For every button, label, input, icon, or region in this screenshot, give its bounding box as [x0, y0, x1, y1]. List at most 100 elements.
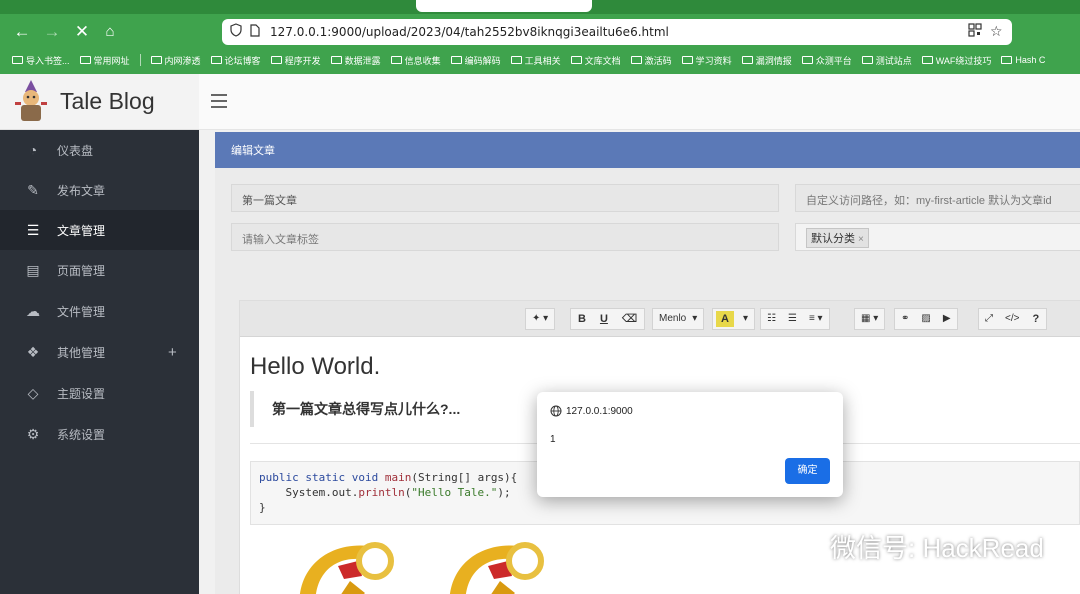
page-icon [250, 23, 260, 41]
gear-icon: ⚙ [26, 425, 40, 442]
underline-button[interactable]: U [593, 309, 615, 329]
sidebar: ◔ 仪表盘 ✎ 发布文章 ☰ 文章管理 ▤ 页面管理 ☁ 文件管理 ❖ 其他管理… [0, 130, 199, 594]
forward-icon[interactable]: → [42, 22, 62, 42]
address-bar[interactable]: 127.0.0.1:9000/upload/2023/04/tah2552bv8… [222, 19, 1012, 45]
sidebar-item-label: 页面管理 [57, 263, 106, 278]
browser-chrome: ← → ✕ ⌂ 127.0.0.1:9000/upload/2023/04/ta… [0, 0, 1080, 74]
tab-strip [0, 0, 1080, 14]
stop-loading-icon[interactable]: ✕ [72, 22, 92, 42]
sidebar-item-settings[interactable]: ⚙ 系统设置 [0, 414, 199, 454]
remove-tag-icon[interactable]: × [858, 234, 864, 245]
bookmark-item[interactable]: 内网渗透 [150, 54, 201, 67]
sidebar-item-dashboard[interactable]: ◔ 仪表盘 [0, 130, 199, 170]
fullscreen-icon[interactable]: ⤢ [979, 309, 999, 329]
back-icon[interactable]: ← [12, 22, 32, 42]
dialog-origin: 127.0.0.1:9000 [550, 405, 633, 417]
qr-code-icon[interactable] [968, 23, 982, 40]
bookmark-star-icon[interactable]: ☆ [990, 23, 1003, 40]
bookmark-item[interactable]: 文库文档 [570, 54, 621, 67]
folder-icon [921, 56, 933, 64]
bookmark-item[interactable]: 论坛博客 [210, 54, 261, 67]
bookmark-item[interactable]: 信息收集 [390, 54, 441, 67]
bookmark-label: 程序开发 [284, 55, 321, 66]
bookmark-item[interactable]: 程序开发 [270, 54, 321, 67]
bookmark-item[interactable]: 众测平台 [801, 54, 852, 67]
bookmark-item[interactable]: 数据泄露 [330, 54, 381, 67]
url-text[interactable]: 127.0.0.1:9000/upload/2023/04/tah2552bv8… [270, 25, 669, 39]
bookmark-label: Hash C [1015, 55, 1046, 65]
bookmark-label: 漏洞情报 [755, 55, 792, 66]
bookmark-item[interactable]: WAF绕过技巧 [921, 54, 991, 67]
bookmark-item[interactable]: 学习资料 [681, 54, 732, 67]
sidebar-item-articles[interactable]: ☰ 文章管理 [0, 210, 199, 250]
sidebar-item-pages[interactable]: ▤ 页面管理 [0, 250, 199, 290]
bookmark-separator [139, 54, 141, 66]
dialog-origin-text: 127.0.0.1:9000 [566, 405, 633, 417]
sidebar-item-label: 发布文章 [57, 183, 106, 198]
format-group: B U ⌫ [570, 308, 646, 330]
link-icon[interactable]: ⚭ [895, 309, 915, 329]
folder-icon [79, 56, 91, 64]
magic-style-group: ✦ ▾ [525, 308, 556, 330]
folder-icon [210, 56, 222, 64]
text-color-button[interactable]: A [716, 311, 734, 327]
tags-input[interactable]: 请输入文章标签 [231, 223, 779, 251]
table-dropdown[interactable]: ▦ ▾ [854, 308, 886, 330]
wechat-icon [780, 531, 821, 562]
sidebar-item-publish[interactable]: ✎ 发布文章 [0, 170, 199, 210]
ok-button[interactable]: 确定 [785, 458, 830, 484]
bookmark-item[interactable]: 导入书签... [12, 54, 70, 67]
bookmark-label: 学习资料 [695, 55, 732, 66]
code-close: } [259, 501, 266, 514]
bookmark-item[interactable]: 测试站点 [861, 54, 912, 67]
sidebar-item-label: 仪表盘 [57, 143, 94, 158]
video-icon[interactable]: ▶ [937, 309, 957, 329]
folder-icon [150, 56, 162, 64]
watermark-text: 微信号: HackRead [830, 533, 1044, 563]
view-group: ⤢ </> ? [978, 308, 1048, 330]
sidebar-item-theme[interactable]: ◇ 主题设置 [0, 373, 199, 413]
code-method: println [358, 486, 405, 499]
image-icon[interactable]: ▨ [915, 309, 936, 329]
home-icon[interactable]: ⌂ [100, 22, 120, 42]
bookmark-item[interactable]: 编码解码 [450, 54, 501, 67]
category-tag: 默认分类 × [806, 228, 869, 248]
folder-icon [510, 56, 522, 64]
unordered-list-icon[interactable]: ☷ [761, 309, 782, 329]
code-end: ); [497, 486, 511, 499]
sidebar-item-label: 主题设置 [57, 386, 106, 401]
bookmark-item[interactable]: 激活码 [630, 54, 672, 67]
magic-wand-icon[interactable]: ✦ ▾ [526, 309, 554, 329]
expand-plus-icon[interactable]: + [168, 344, 177, 361]
slug-input[interactable]: 自定义访问路径，如：my-first-article 默认为文章id [795, 184, 1080, 212]
bookmark-label: 测试站点 [875, 55, 912, 66]
bookmark-item[interactable]: 常用网址 [79, 54, 130, 67]
title-input[interactable]: 第一篇文章 [231, 184, 779, 212]
bookmark-item[interactable]: Hash C [1001, 55, 1045, 65]
font-family-dropdown[interactable]: Menlo ▾ [652, 308, 705, 330]
insert-group: ⚭ ▨ ▶ [894, 308, 958, 330]
menu-toggle-icon[interactable] [211, 94, 227, 108]
bookmark-label: 导入书签... [26, 55, 70, 66]
code-view-button[interactable]: </> [999, 309, 1025, 329]
bookmark-item[interactable]: 工具相关 [510, 54, 561, 67]
sidebar-item-other[interactable]: ❖ 其他管理 + [0, 332, 199, 372]
diamond-icon: ◇ [27, 384, 39, 401]
bookmark-item[interactable]: 漏洞情报 [741, 54, 792, 67]
editor-toolbar: ✦ ▾ B U ⌫ Menlo ▾ A ▾ ☷ ☰ ≡ ▾ ▦ ▾ ⚭ ▨ ▶ … [240, 301, 1080, 337]
chevron-down-icon: ▾ [692, 313, 698, 324]
ordered-list-icon[interactable]: ☰ [782, 309, 803, 329]
wechat-watermark: 微信号: HackRead [780, 528, 1044, 565]
emblem-image [300, 542, 394, 594]
category-select[interactable]: 默认分类 × [795, 223, 1080, 251]
shield-icon[interactable] [230, 23, 242, 41]
help-button[interactable]: ? [1025, 309, 1046, 329]
eraser-icon[interactable]: ⌫ [615, 309, 645, 329]
brand-title[interactable]: Tale Blog [60, 88, 155, 115]
align-dropdown-icon[interactable]: ≡ ▾ [803, 309, 829, 329]
bookmark-label: 论坛博客 [224, 55, 261, 66]
sidebar-item-files[interactable]: ☁ 文件管理 [0, 291, 199, 331]
color-dropdown-icon[interactable]: ▾ [737, 309, 754, 329]
bold-button[interactable]: B [571, 309, 593, 329]
active-tab[interactable] [416, 0, 592, 12]
